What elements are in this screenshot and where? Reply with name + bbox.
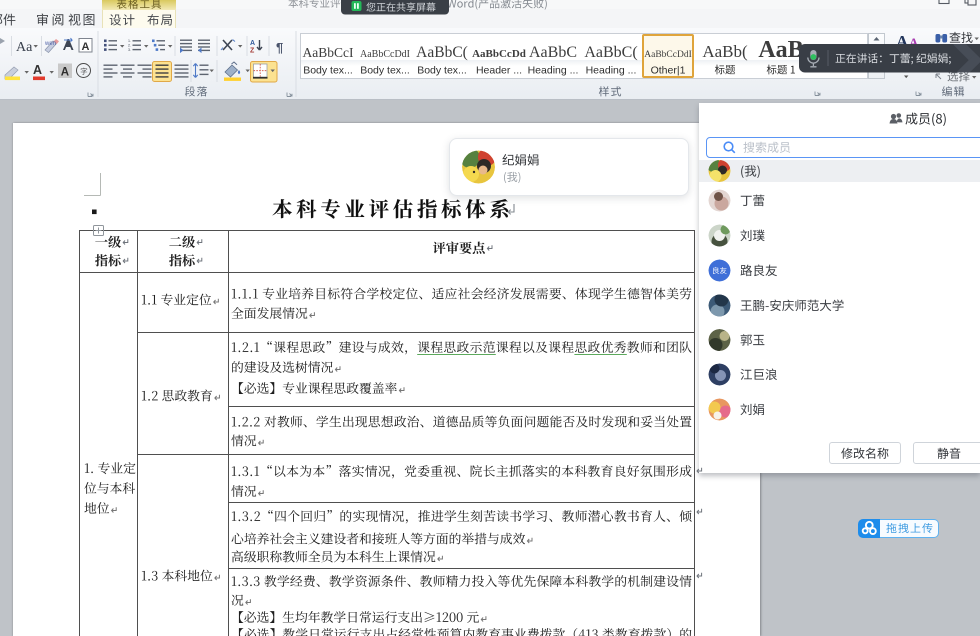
svg-text:1.: 1.	[128, 39, 131, 43]
svg-text:Aa: Aa	[16, 40, 33, 55]
svg-text:A: A	[82, 41, 90, 53]
svg-text:AaBb(: AaBb(	[702, 42, 748, 61]
svg-text:AaBbCcI: AaBbCcI	[303, 45, 354, 60]
svg-text:AaBbCcDd: AaBbCcDd	[472, 48, 526, 60]
svg-text:AaBbC(: AaBbC(	[584, 44, 637, 61]
svg-text:AaBbC: AaBbC	[529, 44, 577, 61]
svg-text:Heading ...: Heading ...	[586, 65, 637, 77]
svg-text:Body tex...: Body tex...	[303, 65, 353, 77]
svg-text:Heading ...: Heading ...	[528, 65, 579, 77]
svg-text:A: A	[33, 63, 42, 77]
svg-text:AaB: AaB	[758, 37, 803, 63]
svg-text:Header ...: Header ...	[476, 65, 522, 77]
svg-text:Other|1: Other|1	[651, 65, 686, 77]
svg-text:AaBbC(: AaBbC(	[416, 44, 468, 61]
svg-text:A: A	[250, 40, 255, 47]
svg-text:AaBbCcDdI: AaBbCcDdI	[644, 50, 692, 60]
svg-text:AaBbCcDdI: AaBbCcDdI	[360, 49, 410, 60]
svg-text:3.: 3.	[128, 48, 131, 52]
svg-text:Body tex...: Body tex...	[417, 65, 467, 77]
svg-text:2.: 2.	[128, 44, 131, 48]
svg-text:Body tex...: Body tex...	[360, 65, 410, 77]
svg-text:Z: Z	[250, 48, 255, 55]
svg-text:wen: wen	[44, 41, 56, 47]
svg-text:A: A	[61, 67, 69, 79]
svg-text:¶: ¶	[276, 40, 283, 55]
